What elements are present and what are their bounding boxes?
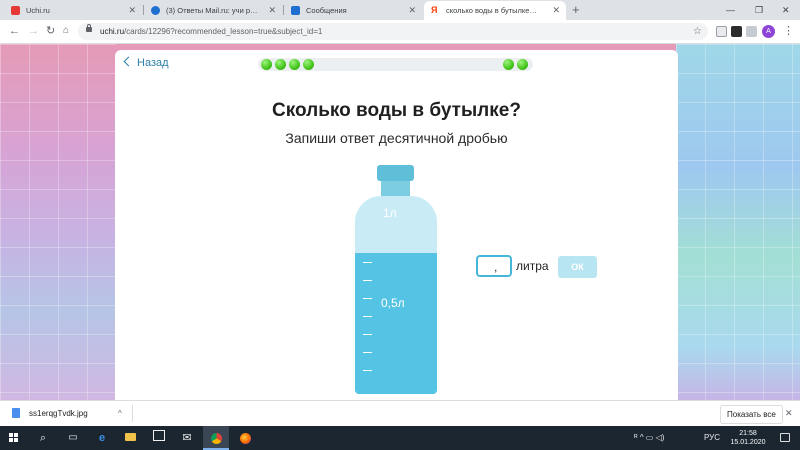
new-tab-button[interactable]: + xyxy=(572,0,580,20)
scale-tick xyxy=(363,280,372,281)
progress-dot-done xyxy=(289,59,300,70)
tab-mail-answers[interactable]: (3) Ответы Mail.ru: учи ру помо ✕ xyxy=(144,1,282,20)
windows-start-icon[interactable] xyxy=(9,433,19,443)
minimize-button[interactable]: — xyxy=(726,0,735,20)
store-icon[interactable] xyxy=(150,426,168,450)
ok-button[interactable]: ОК xyxy=(558,256,597,278)
forward-arrow-icon[interactable]: → xyxy=(28,22,39,40)
page-content: Назад Сколько воды в бутылке? Запиши отв… xyxy=(0,44,800,400)
answer-input[interactable]: , xyxy=(476,255,512,277)
scale-tick xyxy=(363,298,372,299)
mail-icon[interactable]: ✉ xyxy=(178,426,196,450)
clock-time: 21:58 xyxy=(739,430,757,437)
search-icon[interactable]: ⌕ xyxy=(34,426,52,450)
extension-icon[interactable] xyxy=(716,26,727,37)
chevron-left-icon xyxy=(123,56,134,67)
divider xyxy=(132,405,133,422)
close-window-button[interactable]: ✕ xyxy=(782,0,790,20)
decorative-pattern-right xyxy=(676,44,800,400)
tab-title: Uchi.ru xyxy=(26,6,50,15)
tab-messages[interactable]: Сообщения ✕ xyxy=(284,1,422,20)
tab-title: Сообщения xyxy=(306,6,347,15)
file-explorer-icon[interactable] xyxy=(121,426,139,450)
chevron-up-icon[interactable]: ^ xyxy=(118,401,122,426)
tab-close-icon[interactable]: ✕ xyxy=(268,1,276,20)
tab-yandex-search[interactable]: Я сколько воды в бутылке запиш ✕ xyxy=(424,1,566,20)
water-bottle: 1л 0,5л xyxy=(355,196,437,394)
bottle-cap xyxy=(377,165,414,181)
task-view-icon[interactable]: ▭ xyxy=(64,426,82,450)
tab-close-icon[interactable]: ✕ xyxy=(128,1,136,20)
progress-dot-done xyxy=(303,59,314,70)
unit-label: литра xyxy=(516,259,549,273)
bookmark-star-icon[interactable]: ☆ xyxy=(693,23,702,40)
close-icon[interactable]: ✕ xyxy=(785,401,793,426)
answer-value: , xyxy=(494,260,498,274)
bottle-label-full: 1л xyxy=(383,206,397,220)
tab-close-icon[interactable]: ✕ xyxy=(408,1,416,20)
browser-toolbar: ← → ↻ ⌂ uchi.ru/cards/12296?recommended_… xyxy=(0,20,800,44)
browser-tab-bar: Uchi.ru ✕ (3) Ответы Mail.ru: учи ру пом… xyxy=(0,0,800,20)
progress-dot-done xyxy=(517,59,528,70)
notifications-icon[interactable] xyxy=(780,433,790,442)
messages-favicon-icon xyxy=(291,6,300,15)
extension-icon[interactable] xyxy=(746,26,757,37)
scale-tick xyxy=(363,334,372,335)
back-label: Назад xyxy=(137,57,169,69)
edge-icon[interactable]: e xyxy=(93,426,111,450)
back-arrow-icon[interactable]: ← xyxy=(9,22,20,40)
bottle-neck xyxy=(381,181,410,196)
extension-vk-icon[interactable] xyxy=(731,26,742,37)
image-file-icon xyxy=(12,408,20,418)
progress-dot-done xyxy=(261,59,272,70)
task-title: Сколько воды в бутылке? xyxy=(272,100,521,121)
progress-dot-done xyxy=(275,59,286,70)
task-card: Назад Сколько воды в бутылке? Запиши отв… xyxy=(115,50,678,400)
water-fill xyxy=(355,253,437,394)
tab-title: (3) Ответы Mail.ru: учи ру помо xyxy=(166,6,258,15)
progress-dot-done xyxy=(503,59,514,70)
back-link[interactable]: Назад xyxy=(123,56,169,70)
url-text: uchi.ru/cards/12296?recommended_lesson=t… xyxy=(100,27,323,36)
yandex-favicon-icon: Я xyxy=(431,5,438,15)
download-file-name[interactable]: ss1erqgTvdk.jpg xyxy=(29,401,88,426)
mail-favicon-icon xyxy=(151,6,160,15)
scale-tick xyxy=(363,352,372,353)
address-bar[interactable]: uchi.ru/cards/12296?recommended_lesson=t… xyxy=(78,23,708,40)
windows-taskbar: ⌕ ▭ e ✉ ᴿ ^ ▭ ◁) РУС 21:58 15.01.2020 xyxy=(0,426,800,450)
scale-tick xyxy=(363,262,372,263)
chrome-icon[interactable] xyxy=(203,426,229,450)
more-menu-icon[interactable]: ⋮ xyxy=(783,22,794,40)
system-tray-icons[interactable]: ᴿ ^ ▭ ◁) xyxy=(634,426,664,450)
home-icon[interactable]: ⌂ xyxy=(63,22,69,40)
firefox-icon[interactable] xyxy=(236,426,254,450)
maximize-button[interactable]: ❐ xyxy=(755,0,763,20)
bottle-label-half: 0,5л xyxy=(381,296,405,310)
profile-avatar[interactable]: A xyxy=(762,25,775,38)
tab-close-icon[interactable]: ✕ xyxy=(552,1,560,20)
input-language[interactable]: РУС xyxy=(704,426,720,450)
decorative-pattern-left xyxy=(0,44,116,400)
clock-date: 15.01.2020 xyxy=(730,439,766,446)
scale-tick xyxy=(363,316,372,317)
tab-title: сколько воды в бутылке запиш xyxy=(446,6,538,15)
download-bar: ss1erqgTvdk.jpg ^ Показать все ✕ xyxy=(0,400,800,427)
tab-uchi[interactable]: Uchi.ru ✕ xyxy=(4,1,142,20)
taskbar-clock[interactable]: 21:58 15.01.2020 xyxy=(728,429,768,447)
scale-tick xyxy=(363,370,372,371)
uchi-favicon-icon xyxy=(11,6,20,15)
reload-icon[interactable]: ↻ xyxy=(46,22,55,40)
task-instruction: Запиши ответ десятичной дробью xyxy=(285,130,508,146)
lesson-progress-bar xyxy=(258,58,533,71)
show-all-button[interactable]: Показать все xyxy=(720,405,783,424)
lock-icon xyxy=(86,24,92,32)
